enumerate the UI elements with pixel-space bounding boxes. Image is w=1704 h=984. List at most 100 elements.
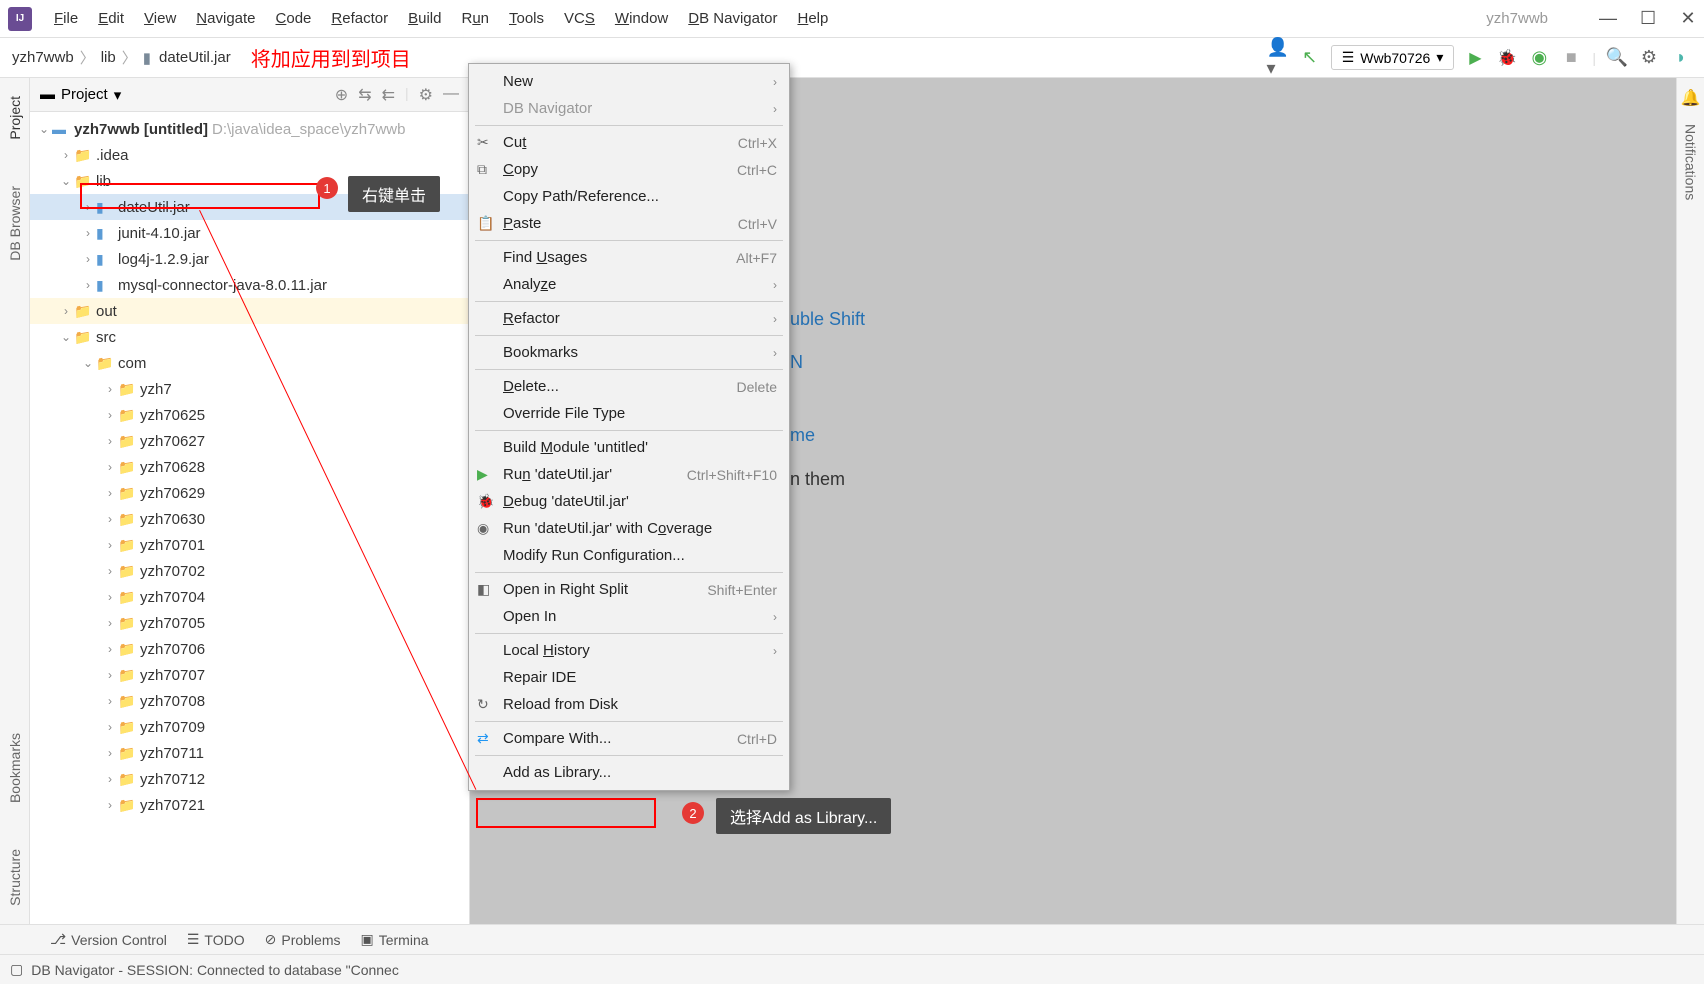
close-button[interactable]: ✕ [1680, 11, 1696, 27]
tree-pkg[interactable]: ›📁yzh70628 [30, 454, 469, 480]
cm-compare-with[interactable]: ⇄Compare With...Ctrl+D [469, 725, 789, 752]
menu-refactor[interactable]: Refactor [321, 6, 398, 31]
cm-refactor[interactable]: Refactor› [469, 305, 789, 332]
menu-dbnavigator[interactable]: DB Navigator [678, 6, 787, 31]
tree-pkg[interactable]: ›📁yzh70721 [30, 792, 469, 818]
menu-file[interactable]: File [44, 6, 88, 31]
settings-icon[interactable]: ⚙ [1638, 47, 1660, 69]
tree-pkg[interactable]: ›📁yzh70708 [30, 688, 469, 714]
debug-button[interactable]: 🐞 [1496, 47, 1518, 69]
maximize-button[interactable]: ☐ [1640, 11, 1656, 27]
tree-pkg[interactable]: ›📁yzh70704 [30, 584, 469, 610]
bottom-version-control[interactable]: ⎇Version Control [50, 931, 167, 948]
tree-pkg[interactable]: ›📁yzh70627 [30, 428, 469, 454]
tab-notifications[interactable]: Notifications [1681, 116, 1701, 208]
tree-pkg[interactable]: ›📁yzh70712 [30, 766, 469, 792]
tree-pkg[interactable]: ›📁yzh70629 [30, 480, 469, 506]
tree-pkg[interactable]: ›📁yzh70711 [30, 740, 469, 766]
collapse-icon[interactable]: ⇇ [382, 85, 395, 105]
run-button[interactable]: ▶ [1464, 47, 1486, 69]
hint-link[interactable]: N [790, 352, 803, 372]
dropdown-icon[interactable]: ▾ [114, 86, 122, 104]
menu-view[interactable]: View [134, 6, 186, 31]
cm-delete[interactable]: Delete...Delete [469, 373, 789, 400]
tree-title[interactable]: Project [61, 86, 108, 103]
tree-pkg[interactable]: ›📁yzh70709 [30, 714, 469, 740]
target-icon[interactable]: ⊕ [335, 85, 348, 105]
cm-local-history[interactable]: Local History› [469, 637, 789, 664]
menu-run[interactable]: Run [451, 6, 499, 31]
cm-new[interactable]: New› [469, 68, 789, 95]
ide-icon[interactable]: ◗ [1670, 47, 1692, 69]
breadcrumb-file[interactable]: dateUtil.jar [159, 49, 231, 66]
gear-icon[interactable]: ⚙ [419, 85, 433, 105]
user-icon[interactable]: 👤▾ [1267, 47, 1289, 69]
menu-vcs[interactable]: VCS [554, 6, 605, 31]
tree-com[interactable]: ⌄📁com [30, 350, 469, 376]
bottom-problems[interactable]: ⊘Problems [265, 931, 341, 948]
run-config-selector[interactable]: ☰ Wwb70726 ▾ [1331, 45, 1455, 70]
minimize-button[interactable]: — [1600, 11, 1616, 27]
breadcrumb-lib[interactable]: lib [101, 49, 116, 66]
cm-copy-path[interactable]: Copy Path/Reference... [469, 183, 789, 210]
cm-open-in[interactable]: Open In› [469, 603, 789, 630]
tree-pkg[interactable]: ›📁yzh70630 [30, 506, 469, 532]
tree-src[interactable]: ⌄📁src [30, 324, 469, 350]
cm-coverage[interactable]: ◉Run 'dateUtil.jar' with Coverage [469, 515, 789, 542]
tab-bookmarks[interactable]: Bookmarks [5, 725, 25, 811]
annotation-text: 将加应用到到项目 [251, 43, 411, 72]
menu-window[interactable]: Window [605, 6, 678, 31]
menu-edit[interactable]: Edit [88, 6, 134, 31]
bottom-terminal[interactable]: ▣Termina [361, 931, 429, 948]
cm-dbnavigator[interactable]: DB Navigator› [469, 95, 789, 122]
tree-pkg[interactable]: ›📁yzh70706 [30, 636, 469, 662]
bottom-todo[interactable]: ☰TODO [187, 931, 245, 948]
tree-pkg[interactable]: ›📁yzh70625 [30, 402, 469, 428]
tree-pkg[interactable]: ›📁yzh70702 [30, 558, 469, 584]
tree-pkg[interactable]: ›📁yzh70701 [30, 532, 469, 558]
cm-reload-disk[interactable]: ↻Reload from Disk [469, 691, 789, 718]
hint-link[interactable]: me [790, 425, 815, 445]
cm-run[interactable]: ▶Run 'dateUtil.jar'Ctrl+Shift+F10 [469, 461, 789, 488]
tree-root[interactable]: ⌄▬ yzh7wwb [untitled] D:\java\idea_space… [30, 116, 469, 142]
search-icon[interactable]: 🔍 [1606, 47, 1628, 69]
coverage-button[interactable]: ◉ [1528, 47, 1550, 69]
tree-pkg[interactable]: ›📁yzh70705 [30, 610, 469, 636]
cm-find-usages[interactable]: Find UsagesAlt+F7 [469, 244, 789, 271]
cm-build-module[interactable]: Build Module 'untitled' [469, 434, 789, 461]
hint-link[interactable]: uble Shift [790, 309, 865, 329]
tree-pkg[interactable]: ›📁yzh70707 [30, 662, 469, 688]
stop-button[interactable]: ■ [1560, 47, 1582, 69]
menu-code[interactable]: Code [266, 6, 322, 31]
status-icon[interactable]: ▢ [10, 961, 23, 978]
cm-copy[interactable]: ⧉CopyCtrl+C [469, 156, 789, 183]
tab-db-browser[interactable]: DB Browser [5, 178, 25, 269]
cm-analyze[interactable]: Analyze› [469, 271, 789, 298]
tree-junit-jar[interactable]: ›▮junit-4.10.jar [30, 220, 469, 246]
tab-project[interactable]: Project [5, 88, 25, 148]
cm-add-library[interactable]: Add as Library... [469, 759, 789, 786]
cm-override-filetype[interactable]: Override File Type [469, 400, 789, 427]
menu-help[interactable]: Help [787, 6, 838, 31]
menu-tools[interactable]: Tools [499, 6, 554, 31]
tree-log4j-jar[interactable]: ›▮log4j-1.2.9.jar [30, 246, 469, 272]
hammer-icon[interactable]: ↖ [1299, 47, 1321, 69]
tree-out[interactable]: ›📁out [30, 298, 469, 324]
menu-navigate[interactable]: Navigate [186, 6, 265, 31]
cm-cut[interactable]: ✂CutCtrl+X [469, 129, 789, 156]
tree-pkg[interactable]: ›📁yzh7 [30, 376, 469, 402]
tab-structure[interactable]: Structure [5, 841, 25, 914]
cm-paste[interactable]: 📋PasteCtrl+V [469, 210, 789, 237]
bell-icon[interactable]: 🔔 [1681, 88, 1701, 108]
breadcrumb-root[interactable]: yzh7wwb [12, 49, 74, 66]
cm-bookmarks[interactable]: Bookmarks› [469, 339, 789, 366]
cm-repair-ide[interactable]: Repair IDE [469, 664, 789, 691]
tree-mysql-jar[interactable]: ›▮mysql-connector-java-8.0.11.jar [30, 272, 469, 298]
cm-debug[interactable]: 🐞Debug 'dateUtil.jar' [469, 488, 789, 515]
cm-modify-run[interactable]: Modify Run Configuration... [469, 542, 789, 569]
menu-build[interactable]: Build [398, 6, 451, 31]
hide-icon[interactable]: — [443, 85, 459, 105]
expand-icon[interactable]: ⇆ [358, 85, 371, 105]
cm-open-right-split[interactable]: ◧Open in Right SplitShift+Enter [469, 576, 789, 603]
tree-idea[interactable]: ›📁.idea [30, 142, 469, 168]
